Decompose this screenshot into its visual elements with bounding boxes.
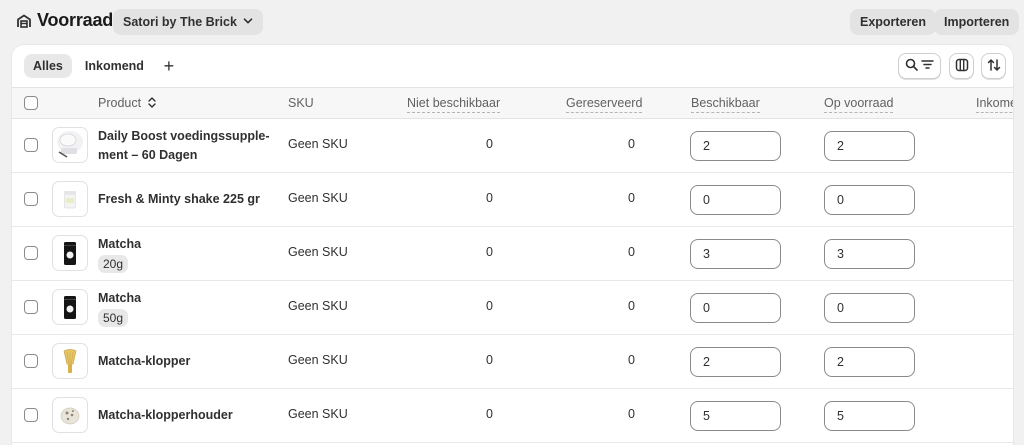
unavailable-value: 0 xyxy=(486,299,493,313)
sku-value: Geen SKU xyxy=(288,353,348,367)
available-input[interactable]: 3 xyxy=(690,239,781,269)
row-checkbox[interactable] xyxy=(24,138,38,152)
unavailable-value: 0 xyxy=(486,137,493,151)
variant-badge: 20g xyxy=(98,255,129,273)
table-row[interactable]: Matcha-klopper Geen SKU 0 0 2 2 xyxy=(12,335,1013,389)
unavailable-value: 0 xyxy=(486,245,493,259)
unavailable-value: 0 xyxy=(486,407,493,421)
store-select-label: Satori by The Brick xyxy=(123,15,237,29)
table-row[interactable]: Matcha-klopperhouder Geen SKU 0 0 5 5 xyxy=(12,389,1013,443)
reserved-value: 0 xyxy=(628,353,635,367)
columns-icon xyxy=(955,58,969,75)
shake-tub-icon xyxy=(52,181,88,217)
product-name[interactable]: Matcha 50g xyxy=(98,289,273,328)
available-input[interactable]: 0 xyxy=(690,293,781,323)
row-checkbox[interactable] xyxy=(24,354,38,368)
product-name[interactable]: Daily Boost voedingssupple- ment – 60 Da… xyxy=(98,127,273,165)
page-header: Voorraad Satori by The Brick Exporteren … xyxy=(0,0,1024,44)
row-checkbox[interactable] xyxy=(24,300,38,314)
column-product-label: Product xyxy=(98,96,142,110)
column-available[interactable]: Beschikbaar xyxy=(691,96,760,113)
on-hand-input[interactable]: 0 xyxy=(824,185,915,215)
search-icon xyxy=(905,58,918,74)
available-input[interactable]: 2 xyxy=(690,347,781,377)
sku-value: Geen SKU xyxy=(288,137,348,151)
columns-button[interactable] xyxy=(949,53,974,79)
column-reserved[interactable]: Gereserveerd xyxy=(566,96,643,113)
variant-badge: 50g xyxy=(98,309,129,327)
sort-icon xyxy=(147,97,156,111)
reserved-value: 0 xyxy=(628,299,635,313)
chevron-down-icon xyxy=(243,15,253,29)
available-input[interactable]: 0 xyxy=(690,185,781,215)
table-row[interactable]: Fresh & Minty shake 225 gr Geen SKU 0 0 … xyxy=(12,173,1013,227)
filter-icon xyxy=(921,58,934,74)
store-location-select[interactable]: Satori by The Brick xyxy=(113,9,263,35)
supplement-jar-icon xyxy=(52,127,88,163)
unavailable-value: 0 xyxy=(486,353,493,367)
select-all-checkbox[interactable] xyxy=(24,96,38,110)
import-button[interactable]: Importeren xyxy=(934,9,1020,35)
sort-arrows-icon xyxy=(987,58,1001,75)
reserved-value: 0 xyxy=(628,191,635,205)
search-filter-button[interactable] xyxy=(898,53,941,79)
table-row[interactable]: Matcha 20g Geen SKU 0 0 3 3 xyxy=(12,227,1013,281)
bamboo-whisk-icon xyxy=(52,343,88,379)
on-hand-input[interactable]: 2 xyxy=(824,347,915,377)
column-product[interactable]: Product xyxy=(98,96,156,111)
table-row[interactable]: Matcha 50g Geen SKU 0 0 0 0 xyxy=(12,281,1013,335)
tab-incoming[interactable]: Inkomend xyxy=(76,54,153,78)
tab-all[interactable]: Alles xyxy=(24,54,72,78)
unavailable-value: 0 xyxy=(486,191,493,205)
product-name[interactable]: Fresh & Minty shake 225 gr xyxy=(98,190,273,209)
page-title: Voorraad xyxy=(37,10,114,30)
on-hand-input[interactable]: 5 xyxy=(824,401,915,431)
inventory-card: Alles Inkomend + Product SKU Niet beschi… xyxy=(12,45,1013,445)
product-name[interactable]: Matcha-klopperhouder xyxy=(98,406,273,425)
sku-value: Geen SKU xyxy=(288,407,348,421)
sku-value: Geen SKU xyxy=(288,191,348,205)
available-input[interactable]: 5 xyxy=(690,401,781,431)
inventory-icon xyxy=(16,13,32,29)
matcha-tin-icon xyxy=(52,289,88,325)
reserved-value: 0 xyxy=(628,137,635,151)
matcha-tin-icon xyxy=(52,235,88,271)
title-group: Voorraad xyxy=(16,10,113,31)
column-sku: SKU xyxy=(288,96,314,110)
column-incoming[interactable]: Inkome xyxy=(976,96,1013,113)
reserved-value: 0 xyxy=(628,407,635,421)
sku-value: Geen SKU xyxy=(288,245,348,259)
table-header: Product SKU Niet beschikbaar Gereserveer… xyxy=(12,87,1013,119)
available-input[interactable]: 2 xyxy=(690,131,781,161)
row-checkbox[interactable] xyxy=(24,246,38,260)
table-row[interactable]: Daily Boost voedingssupple- ment – 60 Da… xyxy=(12,119,1013,173)
column-unavailable[interactable]: Niet beschikbaar xyxy=(407,96,501,113)
on-hand-input[interactable]: 3 xyxy=(824,239,915,269)
product-name[interactable]: Matcha 20g xyxy=(98,235,273,274)
whisk-holder-icon xyxy=(52,397,88,433)
product-name[interactable]: Matcha-klopper xyxy=(98,352,273,371)
add-view-button[interactable]: + xyxy=(157,54,181,78)
row-checkbox[interactable] xyxy=(24,192,38,206)
sku-value: Geen SKU xyxy=(288,299,348,313)
reserved-value: 0 xyxy=(628,245,635,259)
on-hand-input[interactable]: 2 xyxy=(824,131,915,161)
sort-button[interactable] xyxy=(981,53,1006,79)
view-tabs: Alles Inkomend + xyxy=(24,54,181,78)
on-hand-input[interactable]: 0 xyxy=(824,293,915,323)
column-on-hand[interactable]: Op voorraad xyxy=(824,96,894,113)
product-title: Matcha xyxy=(98,237,142,251)
export-button[interactable]: Exporteren xyxy=(850,9,936,35)
product-title: Matcha xyxy=(98,291,142,305)
row-checkbox[interactable] xyxy=(24,408,38,422)
